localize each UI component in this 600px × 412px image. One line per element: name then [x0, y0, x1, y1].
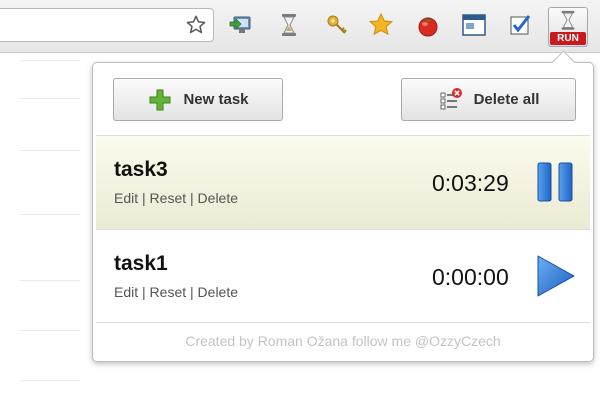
- play-icon: [537, 255, 575, 297]
- new-task-label: New task: [183, 91, 249, 108]
- separator: |: [190, 284, 194, 300]
- separator: |: [142, 284, 146, 300]
- plus-icon: [149, 89, 171, 110]
- window-icon[interactable]: [461, 12, 487, 38]
- play-button[interactable]: [533, 254, 577, 298]
- checkbox-icon[interactable]: [508, 12, 534, 38]
- new-task-button[interactable]: New task: [113, 78, 283, 121]
- hourglass-icon[interactable]: [276, 12, 302, 38]
- page-bg-line: [20, 280, 80, 281]
- monitor-arrow-icon[interactable]: [228, 12, 254, 38]
- task-name: task1: [114, 252, 168, 275]
- task-time: 0:03:29: [432, 170, 509, 196]
- task-name: task3: [114, 158, 168, 181]
- task-actions: Edit | Reset | Delete: [114, 190, 238, 206]
- page-bg-line: [20, 60, 80, 61]
- reset-link[interactable]: Reset: [150, 190, 187, 206]
- page-bg-line: [20, 214, 80, 215]
- delete-all-label: Delete all: [473, 91, 540, 108]
- timer-popup: New task Delete all task3 Edit | Reset |…: [92, 62, 594, 362]
- edit-link[interactable]: Edit: [114, 190, 138, 206]
- star-icon[interactable]: [368, 12, 394, 38]
- edit-link[interactable]: Edit: [114, 284, 138, 300]
- page-bg-line: [20, 380, 80, 381]
- delete-list-icon: [440, 87, 462, 109]
- page-bg-line: [20, 330, 80, 331]
- run-badge: RUN: [550, 32, 586, 45]
- bookmark-star-icon[interactable]: [185, 14, 207, 36]
- pause-icon: [537, 162, 573, 202]
- reset-link[interactable]: Reset: [150, 284, 187, 300]
- separator: |: [142, 190, 146, 206]
- separator: |: [190, 190, 194, 206]
- timer-run-icon[interactable]: RUN: [548, 7, 588, 47]
- task-row: task3 Edit | Reset | Delete 0:03:29: [96, 135, 590, 229]
- page-bg-line: [20, 98, 80, 99]
- address-bar[interactable]: [0, 8, 214, 42]
- delete-all-button[interactable]: Delete all: [401, 78, 576, 121]
- delete-link[interactable]: Delete: [198, 284, 238, 300]
- pause-button[interactable]: [533, 160, 577, 204]
- key-icon[interactable]: [324, 12, 350, 38]
- footer-credit: Created by Roman Ožana follow me @OzzyCz…: [185, 333, 501, 349]
- task-time: 0:00:00: [432, 264, 509, 290]
- task-actions: Edit | Reset | Delete: [114, 284, 238, 300]
- browser-toolbar: RUN: [0, 0, 600, 53]
- task-row: task1 Edit | Reset | Delete 0:00:00: [96, 229, 590, 323]
- page-bg-line: [20, 150, 80, 151]
- tomato-icon[interactable]: [415, 12, 441, 38]
- delete-link[interactable]: Delete: [198, 190, 238, 206]
